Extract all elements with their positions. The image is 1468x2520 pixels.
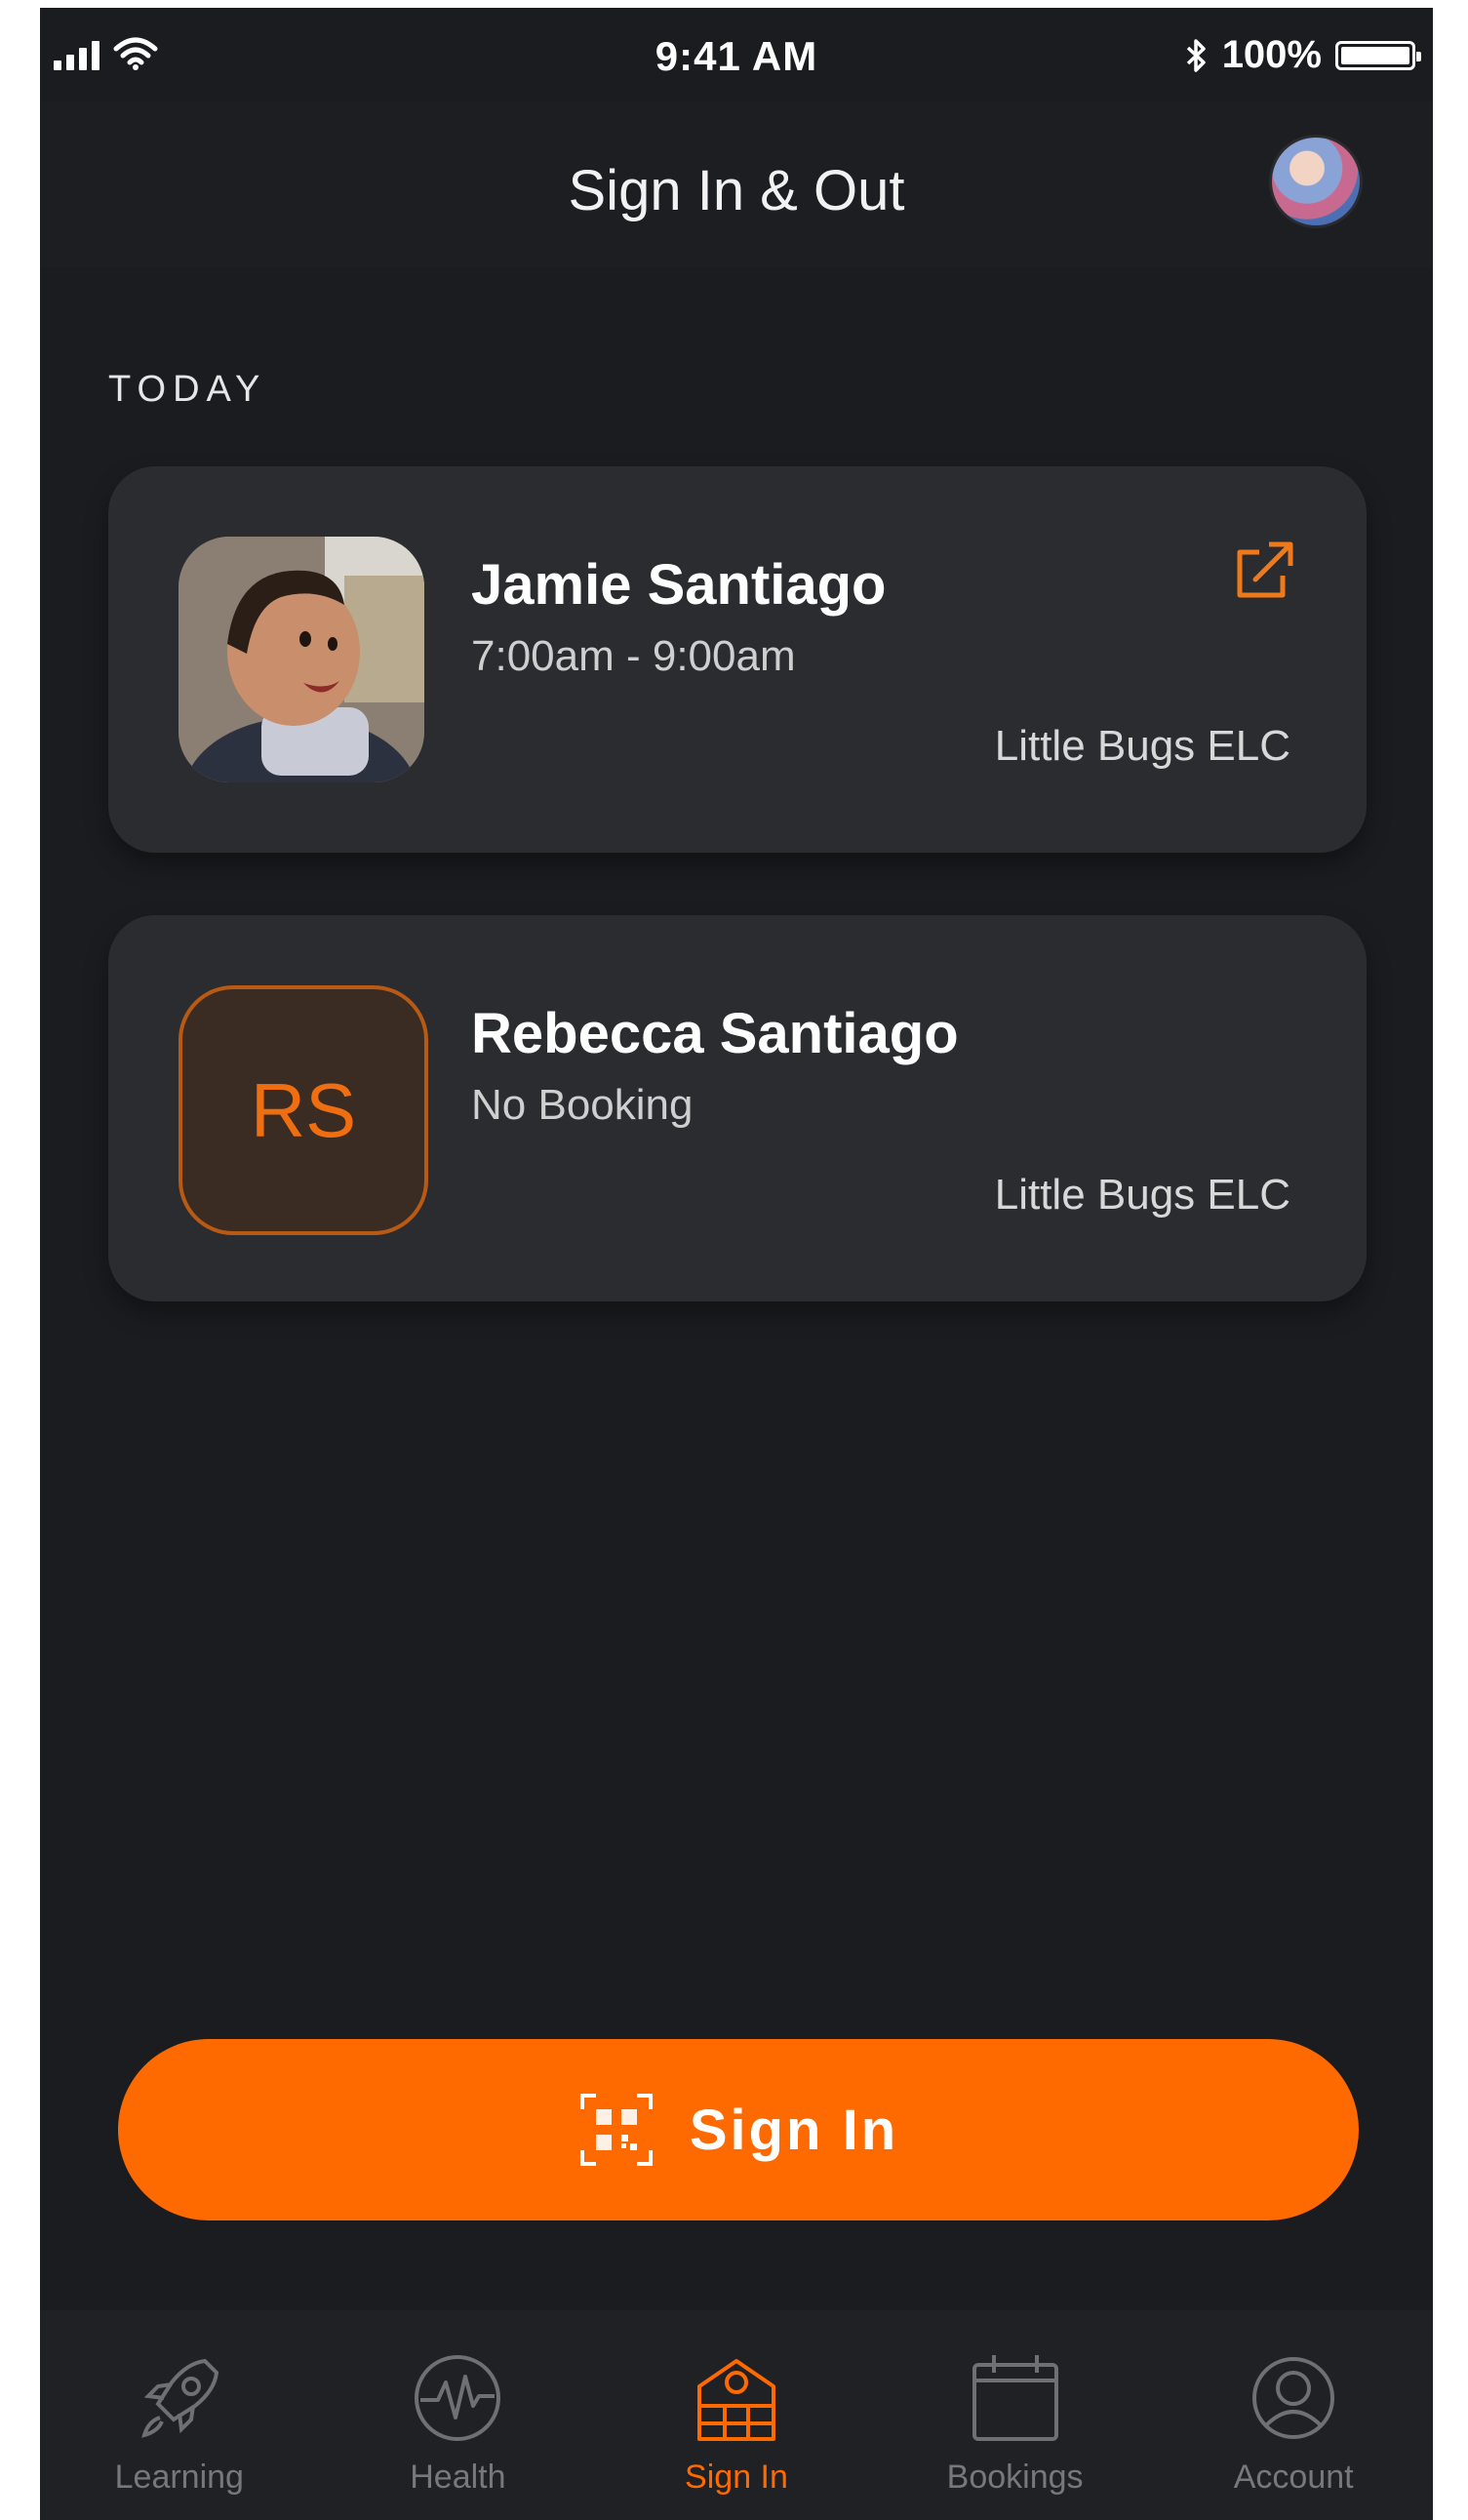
tab-learning[interactable]: Learning bbox=[58, 2310, 301, 2520]
rocket-icon bbox=[140, 2358, 218, 2438]
tab-account[interactable]: Account bbox=[1171, 2310, 1415, 2520]
page-title: Sign In & Out bbox=[568, 159, 905, 222]
section-label-today: TODAY bbox=[108, 369, 267, 410]
booking-status: No Booking bbox=[471, 1081, 694, 1129]
tab-bar: Learning Health Sign In Bookings Account bbox=[40, 2310, 1433, 2520]
avatar[interactable] bbox=[1269, 135, 1363, 228]
booking-time: 7:00am - 9:00am bbox=[471, 632, 796, 680]
battery-percent: 100% bbox=[1221, 33, 1322, 76]
bluetooth-icon bbox=[1186, 38, 1206, 72]
child-photo bbox=[179, 537, 424, 782]
battery-icon bbox=[1335, 40, 1421, 70]
qr-scan-icon bbox=[579, 2094, 653, 2166]
tab-label: Account bbox=[1233, 2459, 1354, 2496]
child-card-jamie[interactable]: Jamie Santiago 7:00am - 9:00am Little Bu… bbox=[108, 466, 1367, 853]
tab-bookings[interactable]: Bookings bbox=[893, 2310, 1137, 2520]
tab-sign-in[interactable]: Sign In bbox=[615, 2310, 858, 2520]
phone-screen: 9:41 AM 100% Sign In & Out TODAY Jamie S… bbox=[40, 8, 1433, 2520]
sign-in-button[interactable]: Sign In bbox=[118, 2039, 1359, 2220]
building-icon bbox=[696, 2359, 775, 2441]
app-header: Sign In & Out bbox=[40, 101, 1433, 267]
sign-in-label: Sign In bbox=[689, 2098, 899, 2162]
tab-health[interactable]: Health bbox=[336, 2310, 579, 2520]
centre-name: Little Bugs ELC bbox=[994, 722, 1290, 770]
heartbeat-icon bbox=[415, 2355, 501, 2441]
child-initials-avatar: RS bbox=[179, 985, 428, 1235]
status-right: 100% bbox=[1185, 33, 1421, 77]
child-name: Jamie Santiago bbox=[471, 553, 887, 617]
external-link-icon[interactable] bbox=[1230, 537, 1298, 605]
child-name: Rebecca Santiago bbox=[471, 1002, 959, 1065]
child-card-rebecca[interactable]: RS Rebecca Santiago No Booking Little Bu… bbox=[108, 915, 1367, 1301]
calendar-icon bbox=[972, 2355, 1058, 2441]
tab-label: Health bbox=[410, 2459, 506, 2496]
tab-label: Bookings bbox=[946, 2459, 1084, 2496]
user-icon bbox=[1252, 2357, 1335, 2439]
tab-label: Learning bbox=[114, 2459, 244, 2496]
tab-label: Sign In bbox=[685, 2459, 788, 2496]
status-bar: 9:41 AM 100% bbox=[40, 8, 1433, 101]
centre-name: Little Bugs ELC bbox=[994, 1171, 1290, 1219]
